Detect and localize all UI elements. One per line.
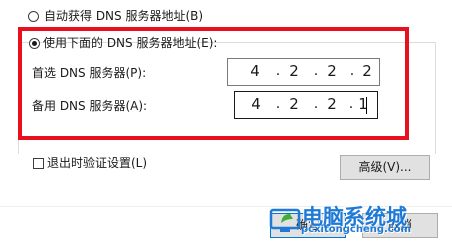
alternate-dns-input[interactable]: 4 . 2 . 2 . 1 — [234, 91, 378, 119]
preferred-dns-input[interactable]: 4 . 2 . 2 . 2 — [227, 58, 380, 86]
octet-separator: . — [349, 63, 355, 79]
manual-dns-label[interactable]: 使用下面的 DNS 服务器地址(E): — [43, 35, 217, 51]
alternate-dns-octet-4: 1 — [358, 95, 368, 113]
alternate-dns-octet-2: 2 — [289, 95, 299, 113]
preferred-dns-label: 首选 DNS 服务器(P): — [32, 66, 147, 80]
octet-separator: . — [275, 96, 281, 112]
preferred-dns-octet-3: 2 — [327, 62, 337, 80]
octet-separator: . — [313, 63, 319, 79]
validate-on-exit-checkbox[interactable] — [33, 158, 44, 169]
manual-dns-radio[interactable] — [29, 38, 40, 49]
octet-separator: . — [275, 63, 281, 79]
advanced-button[interactable]: 高级(V)... — [340, 155, 430, 180]
watermark-logo-icon — [268, 207, 302, 235]
auto-dns-label[interactable]: 自动获得 DNS 服务器地址(B) — [44, 8, 203, 24]
alternate-dns-octet-1: 4 — [251, 95, 261, 113]
preferred-dns-octet-1: 4 — [250, 62, 260, 80]
validate-on-exit-label[interactable]: 退出时验证设置(L) — [47, 155, 147, 171]
alternate-dns-octet-3: 2 — [327, 95, 337, 113]
octet-separator: . — [313, 96, 319, 112]
text-caret — [366, 97, 367, 114]
preferred-dns-octet-4: 2 — [362, 62, 372, 80]
auto-dns-radio[interactable] — [28, 11, 39, 22]
preferred-dns-octet-2: 2 — [289, 62, 299, 80]
watermark-url: pcxitongcheng.com — [301, 224, 412, 235]
alternate-dns-label: 备用 DNS 服务器(A): — [32, 99, 148, 113]
